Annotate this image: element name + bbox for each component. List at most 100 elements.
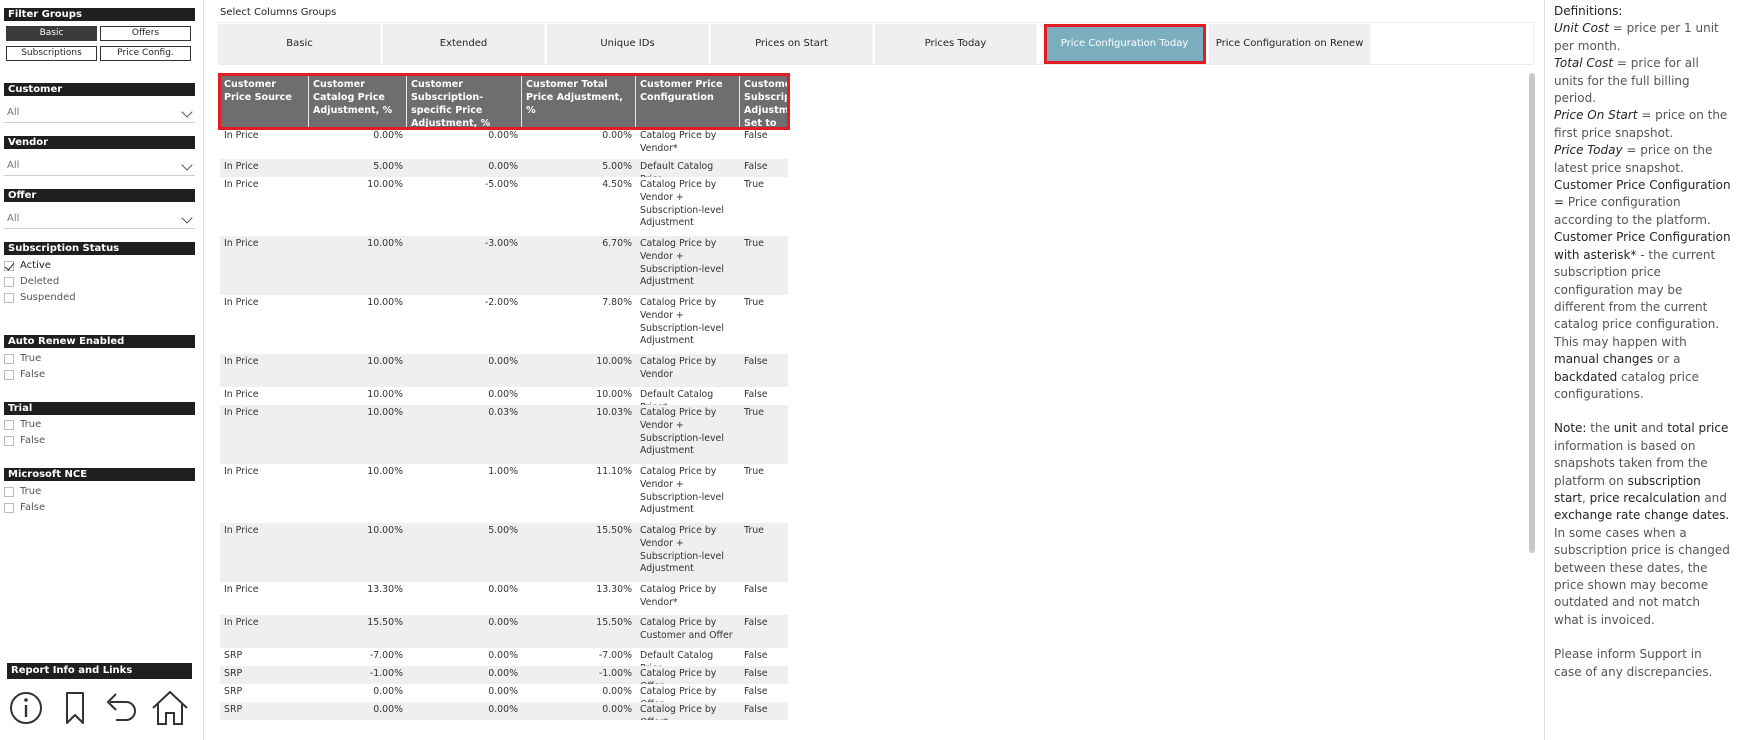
table-cell: In Price: [224, 617, 259, 628]
table-cell: 11.10%: [596, 466, 632, 477]
customer-dropdown[interactable]: All: [4, 103, 195, 123]
subscription-status-heading: Subscription Status: [4, 242, 195, 255]
column-header[interactable]: Customer Subscription-specific Price Adj…: [407, 75, 522, 128]
table-cell: 5.00%: [373, 161, 403, 172]
table-cell: Catalog Price by Vendor: [640, 356, 717, 380]
tab-prices-today[interactable]: Prices Today: [875, 24, 1037, 64]
table-cell: Catalog Price by Vendor*: [640, 130, 717, 154]
status-suspended-checkbox[interactable]: Suspended: [4, 290, 76, 306]
table-cell: 10.00%: [367, 179, 403, 190]
chevron-down-icon: [181, 212, 193, 224]
tab-price-configuration-today[interactable]: Price Configuration Today: [1044, 24, 1206, 64]
table-cell: 5.00%: [602, 161, 632, 172]
table-row[interactable]: In Price 10.00% 0.03% 10.03% Catalog Price b…: [220, 405, 788, 464]
column-header[interactable]: Customer Price Configuration: [636, 75, 740, 128]
definition-total-cost: Total Cost = price for all units for the…: [1554, 55, 1732, 107]
table-row[interactable]: In Price 15.50% 0.00% 15.50% Catalog Price b…: [220, 615, 788, 648]
status-deleted-checkbox[interactable]: Deleted: [4, 274, 59, 290]
table-cell: In Price: [224, 179, 259, 190]
column-header[interactable]: Customer Total Price Adjustment, %: [522, 75, 636, 128]
table-cell: 10.00%: [367, 407, 403, 418]
filter-group-basic-button[interactable]: Basic: [6, 26, 97, 41]
back-icon[interactable]: [102, 688, 142, 728]
filter-group-subscriptions-button[interactable]: Subscriptions: [6, 46, 97, 61]
table-row[interactable]: In Price 10.00% -5.00% 4.50% Catalog Price b…: [220, 177, 788, 236]
table-cell: 0.00%: [602, 704, 632, 715]
nce-false-checkbox[interactable]: False: [4, 500, 45, 516]
table-cell: 0.00%: [488, 161, 518, 172]
filter-group-price-config-button[interactable]: Price Config.: [100, 46, 191, 61]
column-groups-tabbar: Basic Extended Unique IDs Prices on Star…: [218, 22, 1534, 65]
definition-text: Price configuration according to the pla…: [1554, 195, 1711, 227]
filter-group-offers-button[interactable]: Offers: [100, 26, 191, 41]
table-row[interactable]: In Price 10.00% 5.00% 15.50% Catalog Price b…: [220, 523, 788, 582]
nce-true-checkbox[interactable]: True: [4, 484, 41, 500]
bookmark-icon[interactable]: [55, 688, 95, 728]
emphasis: unit: [1613, 421, 1638, 436]
table-row[interactable]: In Price 10.00% -2.00% 7.80% Catalog Price b…: [220, 295, 788, 354]
table-row[interactable]: SRP 0.00% 0.00% 0.00% Catalog Price by Offer…: [220, 702, 788, 720]
customer-dropdown-value: All: [7, 107, 20, 118]
table-cell: In Price: [224, 389, 259, 400]
column-header[interactable]: Customer Price Source: [220, 75, 309, 128]
table-cell: Catalog Price by Offer*: [640, 704, 717, 720]
info-icon[interactable]: [6, 688, 46, 728]
tab-prices-on-start[interactable]: Prices on Start: [711, 24, 873, 64]
table-cell: In Price: [224, 161, 259, 172]
term: Total Cost: [1554, 56, 1614, 71]
column-header[interactable]: Customer Subscription Adjustment Set to …: [740, 75, 788, 128]
offer-dropdown-value: All: [7, 213, 20, 224]
trial-true-checkbox[interactable]: True: [4, 417, 41, 433]
table-row[interactable]: SRP -7.00% 0.00% -7.00% Default Catalog Pric…: [220, 648, 788, 666]
auto-renew-false-checkbox[interactable]: False: [4, 367, 45, 383]
table-row[interactable]: In Price 5.00% 0.00% 5.00% Default Catalog P…: [220, 159, 788, 177]
auto-renew-true-checkbox[interactable]: True: [4, 351, 41, 367]
table-scrollbar[interactable]: [1529, 73, 1535, 553]
table-row[interactable]: In Price 0.00% 0.00% 0.00% Catalog Price by …: [220, 128, 788, 159]
checkbox-icon: [4, 503, 14, 513]
table-row[interactable]: SRP 0.00% 0.00% 0.00% Catalog Price by Offer…: [220, 684, 788, 702]
table-cell: In Price: [224, 584, 259, 595]
definition-customer-price-configuration-asterisk: Customer Price Configuration with asteri…: [1554, 229, 1732, 333]
table-row[interactable]: In Price 10.00% -3.00% 6.70% Catalog Price b…: [220, 236, 788, 295]
table-cell: SRP: [224, 650, 243, 661]
support-note: Please inform Support in case of any dis…: [1554, 647, 1713, 679]
checkbox-label: Active: [20, 260, 51, 271]
checkbox-label: True: [20, 419, 42, 430]
table-row[interactable]: In Price 10.00% 0.00% 10.00% Default Catalog…: [220, 387, 788, 405]
tab-unique-ids[interactable]: Unique IDs: [547, 24, 709, 64]
column-header[interactable]: Customer Catalog Price Adjustment, %: [309, 75, 407, 128]
table-cell: -1.00%: [598, 668, 632, 679]
price-configuration-table: Customer Price Source Customer Catalog P…: [220, 75, 788, 720]
definition-customer-price-configuration: Customer Price Configuration = Price con…: [1554, 177, 1732, 229]
status-active-checkbox[interactable]: Active: [4, 258, 51, 274]
table-cell: Default Catalog Price*: [640, 389, 714, 405]
tab-price-configuration-on-renew[interactable]: Price Configuration on Renew: [1209, 24, 1371, 64]
checkbox-icon: [4, 487, 14, 497]
table-cell: True: [744, 525, 764, 536]
vendor-dropdown[interactable]: All: [4, 156, 195, 176]
table-row[interactable]: In Price 13.30% 0.00% 13.30% Catalog Price b…: [220, 582, 788, 615]
definition-text: ,: [1581, 490, 1586, 505]
table-cell: 0.00%: [488, 617, 518, 628]
checkbox-icon: [4, 420, 14, 430]
definition-text: the: [1586, 421, 1614, 436]
offer-dropdown[interactable]: All: [4, 209, 195, 229]
checkbox-checked-icon: [4, 261, 14, 271]
tab-basic[interactable]: Basic: [219, 24, 381, 64]
table-cell: In Price: [224, 466, 259, 477]
table-row[interactable]: In Price 10.00% 0.00% 10.00% Catalog Price b…: [220, 354, 788, 387]
table-cell: In Price: [224, 238, 259, 249]
table-cell: 0.00%: [373, 130, 403, 141]
home-icon[interactable]: [150, 688, 190, 728]
table-cell: SRP: [224, 704, 243, 715]
table-cell: False: [744, 617, 768, 628]
trial-heading: Trial: [4, 402, 195, 415]
table-cell: False: [744, 686, 768, 697]
table-row[interactable]: SRP -1.00% 0.00% -1.00% Catalog Price by Off…: [220, 666, 788, 684]
tab-extended[interactable]: Extended: [383, 24, 545, 64]
definitions-title: Definitions:: [1554, 4, 1623, 18]
checkbox-label: False: [20, 435, 46, 446]
table-row[interactable]: In Price 10.00% 1.00% 11.10% Catalog Price b…: [220, 464, 788, 523]
trial-false-checkbox[interactable]: False: [4, 433, 45, 449]
